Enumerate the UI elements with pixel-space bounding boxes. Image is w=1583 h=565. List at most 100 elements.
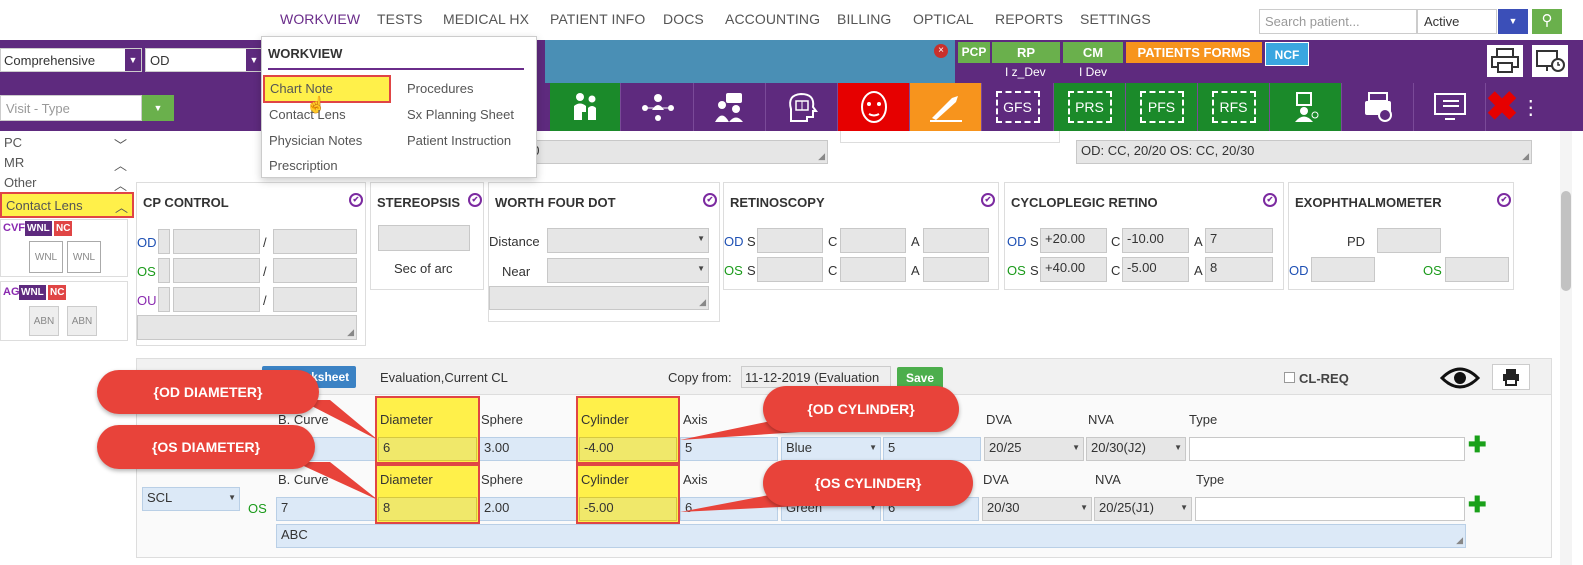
cvf-nc-button[interactable]: NC bbox=[54, 221, 73, 236]
cvf-od-grid[interactable]: WNL bbox=[29, 241, 63, 273]
badge-ncf[interactable]: NCF bbox=[1265, 42, 1309, 66]
badge-rp[interactable]: RP bbox=[992, 42, 1060, 63]
vertical-scrollbar[interactable] bbox=[1560, 131, 1572, 565]
tool-rfs-button[interactable]: RFS bbox=[1198, 83, 1270, 131]
od-nva-select[interactable]: 20/30(J2) ▼ bbox=[1086, 437, 1186, 461]
od-axis-input[interactable]: 5 bbox=[680, 437, 778, 461]
menu-chart-note[interactable]: Chart Note bbox=[263, 75, 391, 103]
stereopsis-input[interactable] bbox=[378, 225, 470, 251]
exo-os-input[interactable] bbox=[1445, 257, 1509, 282]
menu-procedures[interactable]: Procedures bbox=[407, 81, 473, 96]
menu-physician-notes[interactable]: Physician Notes bbox=[269, 133, 362, 148]
nav-patient-info[interactable]: PATIENT INFO bbox=[550, 11, 645, 27]
sidebar-item-contact-lens[interactable]: Contact Lens ︿ bbox=[0, 192, 134, 218]
check-circle-icon[interactable]: ✔ bbox=[703, 193, 717, 207]
monitor-settings-button[interactable] bbox=[1532, 45, 1568, 77]
top-left-textarea[interactable]: 30 ◢ bbox=[520, 140, 828, 164]
os-axis-input[interactable]: 6 bbox=[680, 497, 778, 521]
od-add-row-icon[interactable]: ✚ bbox=[1468, 432, 1486, 458]
cp-os-small[interactable] bbox=[158, 258, 170, 283]
view-button[interactable] bbox=[1439, 364, 1481, 392]
tool-gfs-button[interactable]: GFS bbox=[982, 83, 1054, 131]
status-dropdown-button[interactable]: ▼ bbox=[1498, 9, 1528, 34]
w4d-distance-select[interactable]: ▼ bbox=[547, 228, 709, 253]
cp-os-field1[interactable] bbox=[173, 258, 260, 283]
sidebar-item-other[interactable]: Other ︿ bbox=[4, 175, 129, 193]
print-cl-button[interactable] bbox=[1492, 364, 1530, 390]
os-sphere-input[interactable]: 2.00 bbox=[479, 497, 577, 521]
cyc-os-axis[interactable]: 8 bbox=[1205, 257, 1273, 282]
exo-od-input[interactable] bbox=[1311, 257, 1375, 282]
ret-os-sphere[interactable] bbox=[757, 257, 823, 282]
od-type-input[interactable] bbox=[1189, 437, 1465, 461]
cyc-os-cyl[interactable]: -5.00 bbox=[1122, 257, 1189, 282]
menu-sx-planning[interactable]: Sx Planning Sheet bbox=[407, 107, 514, 122]
cp-od-small[interactable] bbox=[158, 229, 170, 254]
tool-doctor-button[interactable] bbox=[1270, 83, 1342, 131]
cp-os-field2[interactable] bbox=[273, 258, 357, 283]
cyc-od-sphere[interactable]: +20.00 bbox=[1040, 228, 1107, 253]
check-circle-icon[interactable]: ✔ bbox=[981, 193, 995, 207]
check-circle-icon[interactable]: ✔ bbox=[1263, 193, 1277, 207]
scrollbar-thumb[interactable] bbox=[1561, 191, 1571, 291]
visit-type-select[interactable]: Visit - Type bbox=[0, 95, 142, 121]
tool-exam-button[interactable] bbox=[550, 83, 621, 131]
sidebar-item-pc[interactable]: PC ﹀ bbox=[4, 135, 129, 153]
search-button[interactable]: ⚲ bbox=[1532, 9, 1562, 34]
patient-search-input[interactable]: Search patient... bbox=[1259, 9, 1417, 34]
check-circle-icon[interactable]: ✔ bbox=[468, 193, 482, 207]
od-add-input[interactable]: 5 bbox=[883, 437, 981, 461]
tool-pfs-button[interactable]: PFS bbox=[1126, 83, 1198, 131]
nav-workview[interactable]: WORKVIEW bbox=[280, 11, 360, 27]
visit-type-dropdown[interactable]: ▼ bbox=[142, 95, 174, 121]
od-sphere-input[interactable]: 3.00 bbox=[479, 437, 577, 461]
ag-os-grid[interactable]: ABN bbox=[67, 306, 97, 336]
more-vertical-icon[interactable]: ⋮ bbox=[1521, 95, 1541, 120]
tool-prs-button[interactable]: PRS bbox=[1054, 83, 1126, 131]
nav-reports[interactable]: REPORTS bbox=[995, 11, 1063, 27]
cyc-od-axis[interactable]: 7 bbox=[1205, 228, 1273, 253]
od-color-select[interactable]: Blue ▼ bbox=[781, 437, 881, 461]
os-diameter-input[interactable]: 8 bbox=[378, 497, 477, 521]
w4d-near-select[interactable]: ▼ bbox=[547, 258, 709, 283]
os-add-row-icon[interactable]: ✚ bbox=[1468, 492, 1486, 518]
tool-surgery-button[interactable] bbox=[910, 83, 982, 131]
exam-type-select[interactable]: Comprehensive ▼ bbox=[0, 48, 142, 72]
nav-medical-hx[interactable]: MEDICAL HX bbox=[443, 11, 529, 27]
cp-ou-field1[interactable] bbox=[173, 287, 260, 312]
tool-network-button[interactable] bbox=[622, 83, 694, 131]
cl-comment-textarea[interactable]: ABC ◢ bbox=[276, 524, 1466, 548]
check-circle-icon[interactable]: ✔ bbox=[349, 193, 363, 207]
nav-optical[interactable]: OPTICAL bbox=[913, 11, 974, 27]
badge-pcp[interactable]: PCP bbox=[958, 42, 990, 63]
tool-consult-button[interactable] bbox=[694, 83, 766, 131]
cp-comment-textarea[interactable]: ◢ bbox=[137, 315, 357, 340]
ret-os-axis[interactable] bbox=[923, 257, 989, 282]
cyc-od-cyl[interactable]: -10.00 bbox=[1122, 228, 1189, 253]
os-cylinder-input[interactable]: -5.00 bbox=[579, 497, 677, 521]
os-type-input[interactable] bbox=[1195, 497, 1465, 521]
cyc-os-sphere[interactable]: +40.00 bbox=[1040, 257, 1107, 282]
menu-contact-lens[interactable]: Contact Lens bbox=[269, 107, 346, 122]
exo-pd-input[interactable] bbox=[1377, 228, 1441, 253]
ag-wnl-button[interactable]: WNL bbox=[19, 285, 46, 300]
print-button[interactable] bbox=[1487, 45, 1523, 77]
nav-settings[interactable]: SETTINGS bbox=[1080, 11, 1151, 27]
os-bcurve-input[interactable]: 7 bbox=[276, 497, 376, 521]
status-select[interactable]: Active bbox=[1417, 9, 1497, 34]
od-diameter-input[interactable]: 6 bbox=[378, 437, 477, 461]
cvf-wnl-button[interactable]: WNL bbox=[25, 221, 52, 236]
top-right-textarea[interactable]: OD: CC, 20/20 OS: CC, 20/30 ◢ bbox=[1076, 140, 1532, 164]
ag-od-grid[interactable]: ABN bbox=[29, 306, 59, 336]
ret-od-cyl[interactable] bbox=[840, 228, 906, 253]
copy-from-select[interactable]: 11-12-2019 (Evaluation bbox=[741, 366, 891, 388]
menu-prescription[interactable]: Prescription bbox=[269, 158, 338, 173]
nav-docs[interactable]: DOCS bbox=[663, 11, 704, 27]
cl-req-checkbox[interactable] bbox=[1284, 372, 1295, 383]
w4d-comment-textarea[interactable]: ◢ bbox=[489, 286, 709, 310]
nav-billing[interactable]: BILLING bbox=[837, 11, 891, 27]
os-nva-select[interactable]: 20/25(J1) ▼ bbox=[1094, 497, 1192, 521]
sidebar-item-mr[interactable]: MR ︿ bbox=[4, 155, 129, 173]
cp-ou-small[interactable] bbox=[158, 287, 170, 312]
ag-nc-button[interactable]: NC bbox=[48, 285, 67, 300]
